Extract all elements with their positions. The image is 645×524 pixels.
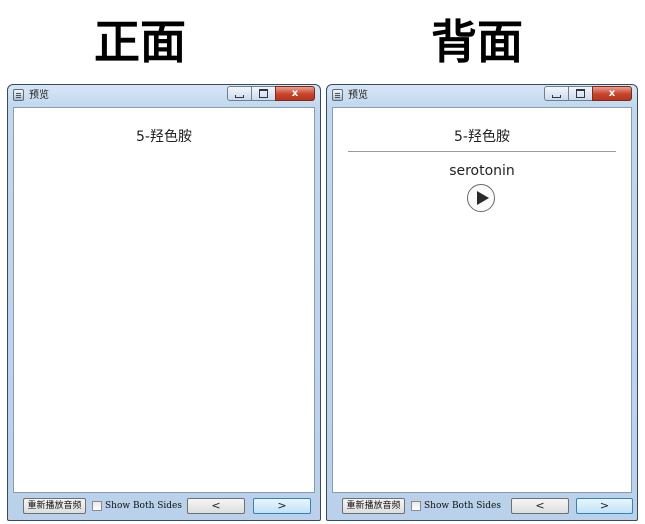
title-bar[interactable]: 预览 x xyxy=(327,85,637,107)
bottom-toolbar: 重新播放音频 Show Both Sides < > xyxy=(8,494,320,518)
show-both-sides-label: Show Both Sides xyxy=(424,501,502,511)
next-card-button[interactable]: > xyxy=(576,498,633,514)
bottom-toolbar: 重新播放音频 Show Both Sides < > xyxy=(327,494,637,518)
next-card-button[interactable]: > xyxy=(253,498,311,514)
close-icon: x xyxy=(608,87,616,99)
card-preview-area: 5-羟色胺 serotonin xyxy=(332,107,632,493)
maximize-button[interactable] xyxy=(568,86,592,101)
close-button[interactable]: x xyxy=(275,86,315,101)
title-bar[interactable]: 预览 x xyxy=(8,85,320,107)
maximize-icon xyxy=(259,89,268,98)
card-preview-area: 5-羟色胺 xyxy=(13,107,315,493)
minimize-button[interactable] xyxy=(544,86,568,101)
replay-audio-button[interactable]: 重新播放音频 xyxy=(23,498,86,514)
caption-buttons: x xyxy=(227,86,315,103)
minimize-icon xyxy=(235,95,244,98)
show-both-sides-checkbox[interactable] xyxy=(411,501,421,511)
play-audio-icon[interactable] xyxy=(467,184,495,212)
caption-buttons: x xyxy=(544,86,632,103)
close-button[interactable]: x xyxy=(592,86,632,101)
close-icon: x xyxy=(291,87,299,99)
preview-window-front: 预览 x 5-羟色胺 重新播放音频 Show Both Sides < > xyxy=(7,84,321,521)
previous-card-button[interactable]: < xyxy=(511,498,569,514)
heading-back: 背面 xyxy=(431,15,523,69)
show-both-sides-checkbox[interactable] xyxy=(92,501,102,511)
minimize-icon xyxy=(552,95,561,98)
minimize-button[interactable] xyxy=(227,86,251,101)
maximize-icon xyxy=(576,89,585,98)
card-front-text: 5-羟色胺 xyxy=(454,129,510,145)
show-both-sides-label: Show Both Sides xyxy=(105,501,183,511)
window-title: 预览 xyxy=(29,90,49,101)
preview-app-icon xyxy=(13,89,24,101)
maximize-button[interactable] xyxy=(251,86,275,101)
card-front-text: 5-羟色胺 xyxy=(136,129,192,145)
preview-window-back: 预览 x 5-羟色胺 serotonin 重新播放音频 Show Both Si… xyxy=(326,84,638,521)
previous-card-button[interactable]: < xyxy=(187,498,245,514)
card-back-text: serotonin xyxy=(449,163,515,179)
window-title: 预览 xyxy=(348,90,368,101)
heading-front: 正面 xyxy=(94,15,186,69)
preview-app-icon xyxy=(332,89,343,101)
card-divider xyxy=(348,151,616,152)
replay-audio-button[interactable]: 重新播放音频 xyxy=(342,498,405,514)
